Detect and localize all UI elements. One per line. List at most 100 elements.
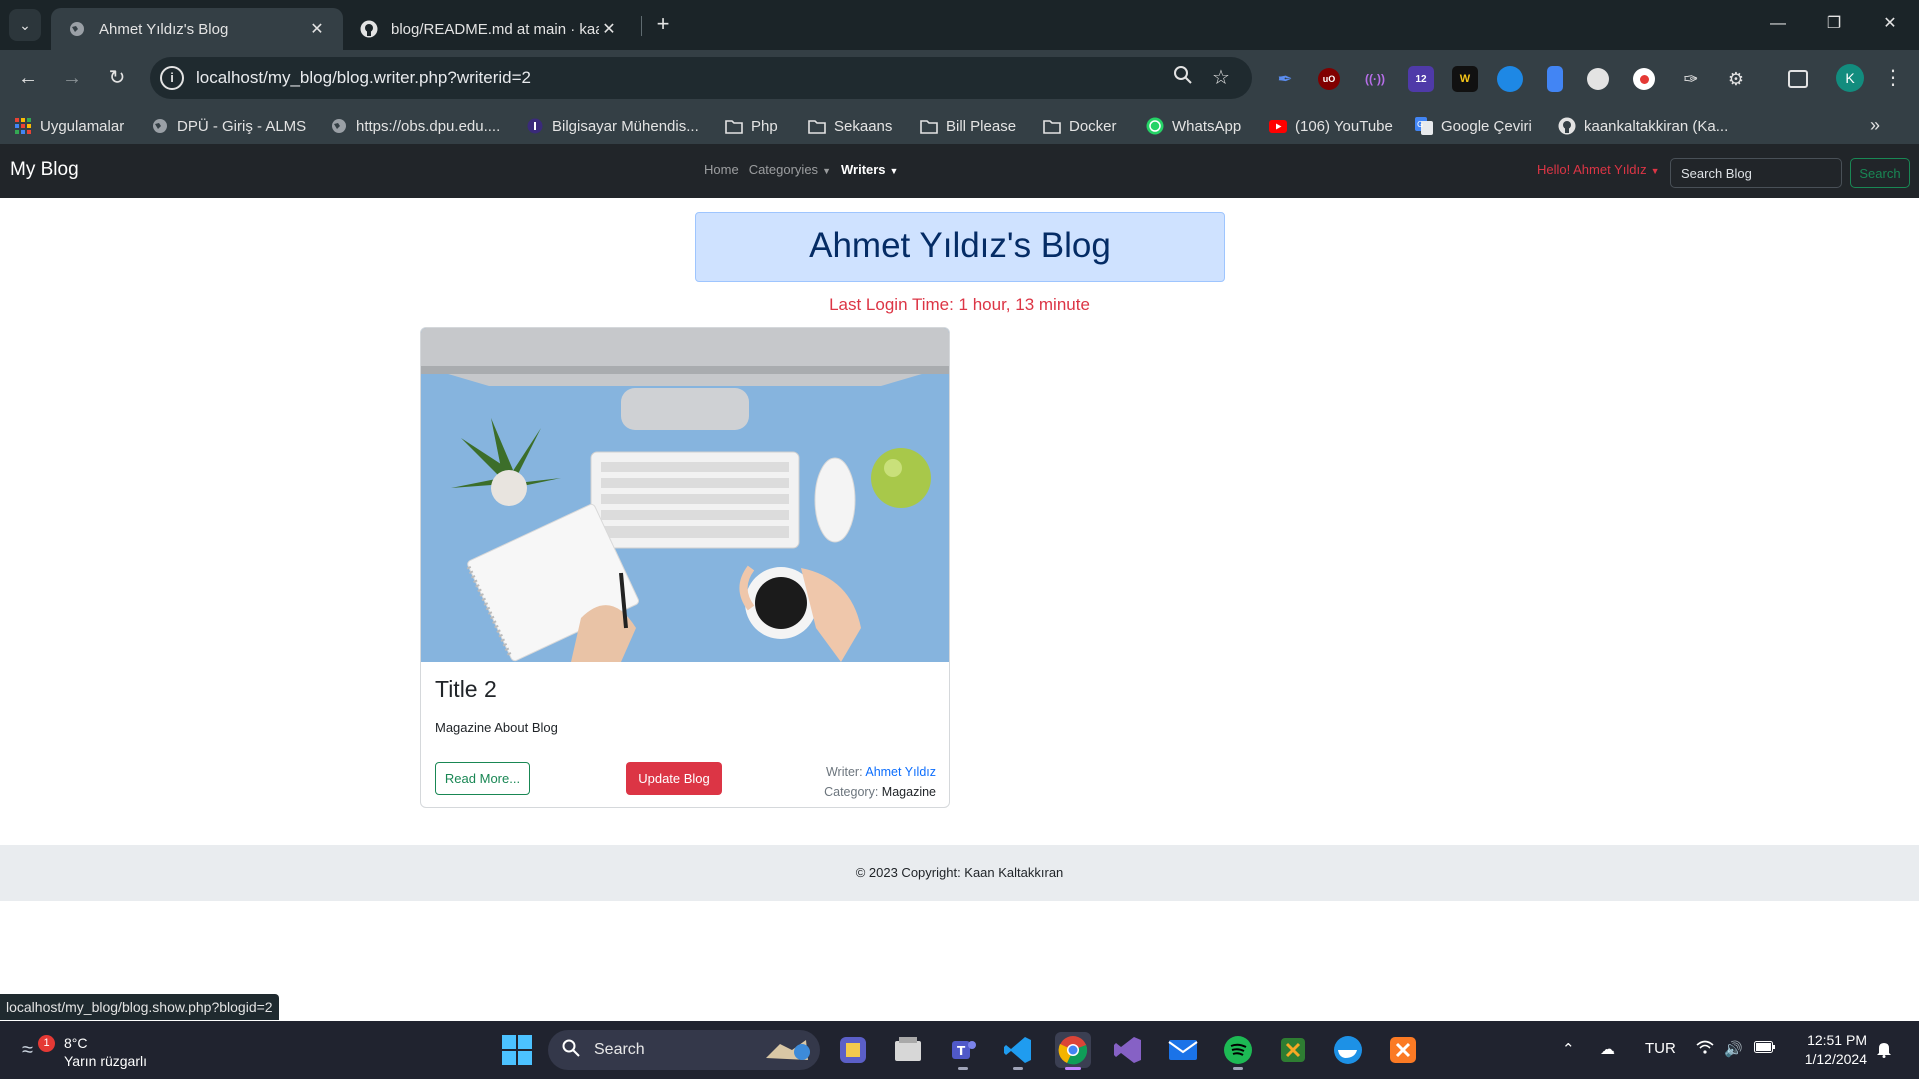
close-icon[interactable]: ✕	[599, 19, 619, 39]
bookmark-item[interactable]: (106) YouTube	[1269, 115, 1393, 137]
bookmark-item[interactable]: Docker	[1043, 115, 1117, 137]
wifi-icon[interactable]	[1696, 1040, 1714, 1058]
zoom-icon[interactable]	[1170, 65, 1196, 91]
site-info-icon[interactable]: i	[160, 66, 184, 90]
chrome-icon[interactable]	[1055, 1032, 1091, 1070]
system-clock[interactable]: 12:51 PM 1/12/2024	[1795, 1031, 1867, 1069]
blog-card-title: Title 2	[435, 676, 497, 702]
window-close-icon[interactable]: ✕	[1870, 8, 1910, 40]
wm-extension-icon[interactable]: W	[1452, 66, 1478, 92]
bookmark-label: DPÜ - Giriş - ALMS	[177, 117, 307, 135]
tab-github[interactable]: blog/README.md at main · kaankaltakkiran…	[343, 8, 635, 50]
bookmark-label: https://obs.dpu.edu....	[356, 117, 501, 135]
site-brand[interactable]: My Blog	[10, 159, 79, 181]
file-explorer-icon[interactable]	[890, 1032, 926, 1068]
bookmark-star-icon[interactable]: ☆	[1208, 65, 1234, 91]
forward-arrow-icon[interactable]: →	[56, 62, 88, 94]
folder-icon	[1043, 117, 1061, 135]
address-url[interactable]: localhost/my_blog/blog.writer.php?writer…	[196, 68, 531, 88]
docker-icon[interactable]	[1330, 1032, 1366, 1068]
notification-bell-icon[interactable]	[1876, 1040, 1892, 1062]
globe-icon	[330, 117, 348, 135]
bookmark-label: Bilgisayar Mühendis...	[552, 117, 699, 135]
taskbar-search[interactable]: Search	[548, 1030, 820, 1070]
profile-avatar[interactable]: K	[1836, 64, 1864, 92]
brush-extension-icon[interactable]: ✒	[1272, 66, 1298, 92]
tab-search-button[interactable]: ⌄	[9, 9, 41, 41]
writer-link[interactable]: Ahmet Yıldız	[865, 765, 936, 779]
bookmark-label: Docker	[1069, 117, 1117, 135]
bookmark-item[interactable]: kaankaltakkiran (Ka...	[1558, 115, 1728, 137]
bookmark-label: Bill Please	[946, 117, 1017, 135]
tab-blog[interactable]: Ahmet Yıldız's Blog ✕	[51, 8, 343, 50]
bookmark-item[interactable]: Bill Please	[920, 115, 1016, 137]
close-icon[interactable]: ✕	[307, 19, 327, 39]
side-panel-icon[interactable]	[1788, 70, 1808, 88]
bookmark-item[interactable]: DPÜ - Giriş - ALMS	[151, 115, 306, 137]
spotify-icon[interactable]	[1220, 1032, 1256, 1070]
blog-card-meta: Writer: Ahmet Yıldız Category: Magazine	[824, 762, 936, 802]
wave-extension-icon[interactable]: ((·))	[1362, 66, 1388, 92]
xampp-icon[interactable]	[1385, 1032, 1421, 1068]
copilot-preview-icon[interactable]	[835, 1032, 871, 1068]
search-input[interactable]	[1670, 158, 1842, 188]
bookmark-label: kaankaltakkiran (Ka...	[1584, 117, 1729, 135]
extensions-puzzle-icon[interactable]: ⚙	[1723, 66, 1749, 92]
nav-writers-dropdown[interactable]: Writers ▼	[841, 162, 898, 177]
whatsapp-icon	[1146, 117, 1164, 135]
chevron-up-icon[interactable]: ⌃	[1562, 1040, 1575, 1058]
onedrive-cloud-icon[interactable]: ☁	[1600, 1040, 1615, 1058]
blog-card-image	[421, 328, 949, 662]
edge-extension-icon[interactable]	[1497, 66, 1523, 92]
more-menu-icon[interactable]: ⋮	[1880, 62, 1906, 94]
bookmark-item[interactable]: Sekaans	[808, 115, 892, 137]
hat-extension-icon[interactable]: 12	[1408, 66, 1434, 92]
back-arrow-icon[interactable]: ←	[12, 62, 44, 94]
page-title: Ahmet Yıldız's Blog	[695, 212, 1225, 282]
new-tab-button[interactable]: +	[650, 12, 676, 38]
snipping-tool-icon[interactable]	[1275, 1032, 1311, 1068]
bookmark-item[interactable]: WhatsApp	[1146, 115, 1241, 137]
apps-grid-icon	[14, 117, 32, 135]
bookmark-label: Php	[751, 117, 778, 135]
category-value: Magazine	[881, 785, 936, 799]
bookmark-item[interactable]: https://obs.dpu.edu....	[330, 115, 500, 137]
search-button[interactable]: Search	[1850, 158, 1910, 188]
mail-icon[interactable]	[1165, 1032, 1201, 1068]
visual-studio-icon[interactable]	[1110, 1032, 1146, 1068]
update-blog-button[interactable]: Update Blog	[626, 762, 722, 795]
bookmark-item[interactable]: Bilgisayar Mühendis...	[526, 115, 699, 137]
folder-icon	[725, 117, 743, 135]
vscode-icon[interactable]	[1000, 1032, 1036, 1070]
weather-widget[interactable]: ≈ 1 8°C Yarın rüzgarlı	[20, 1029, 200, 1073]
bookmark-item[interactable]: G Google Çeviri	[1415, 115, 1532, 137]
svg-text:T: T	[957, 1044, 966, 1058]
input-language[interactable]: TUR	[1645, 1040, 1676, 1057]
bookmark-item[interactable]: Uygulamalar	[14, 115, 124, 137]
battery-icon[interactable]	[1754, 1040, 1776, 1057]
user-dropdown[interactable]: Hello! Ahmet Yıldız ▼	[1537, 162, 1660, 177]
volume-icon[interactable]: 🔊	[1724, 1040, 1743, 1058]
bookmark-label: (106) YouTube	[1295, 117, 1393, 135]
teams-icon[interactable]: T	[945, 1032, 981, 1070]
address-bar[interactable]: i localhost/my_blog/blog.writer.php?writ…	[150, 57, 1252, 99]
ball-extension-icon[interactable]	[1587, 68, 1609, 90]
bookmark-label: WhatsApp	[1172, 117, 1242, 135]
record-extension-icon[interactable]	[1633, 68, 1655, 90]
nav-home[interactable]: Home	[704, 162, 739, 177]
taskbar-search-label: Search	[594, 1041, 645, 1058]
caret-down-icon: ▼	[1650, 165, 1660, 176]
read-more-button[interactable]: Read More...	[435, 762, 530, 795]
nav-categories-dropdown[interactable]: Categoryies ▼	[749, 162, 831, 177]
bookmark-item[interactable]: Php	[725, 115, 778, 137]
notification-badge: 1	[38, 1035, 55, 1052]
eyedropper-extension-icon[interactable]: ✑	[1678, 66, 1704, 92]
windows-start-icon[interactable]	[502, 1035, 532, 1065]
folder-icon	[920, 117, 938, 135]
restore-icon[interactable]: ❐	[1814, 8, 1854, 40]
doc-extension-icon[interactable]	[1547, 66, 1563, 92]
ublock-icon[interactable]: uO	[1318, 68, 1340, 90]
chevron-double-right-icon[interactable]: »	[1870, 115, 1880, 136]
minimize-icon[interactable]: —	[1758, 8, 1798, 40]
reload-icon[interactable]: ↻	[101, 62, 133, 94]
